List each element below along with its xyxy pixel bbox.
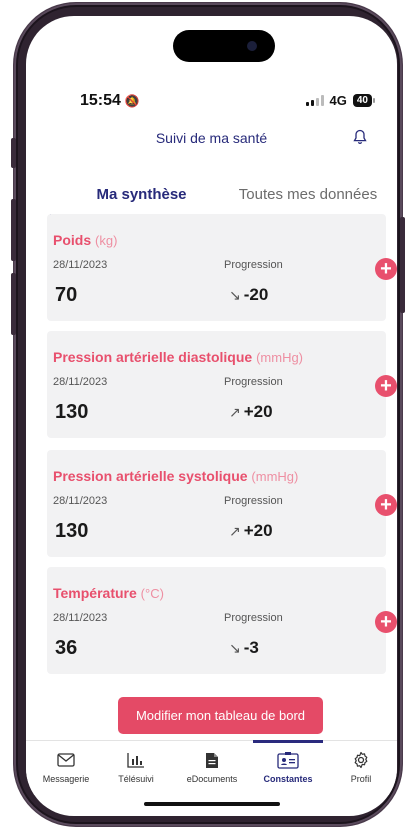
power-button [400, 217, 405, 313]
nav-profil[interactable]: Profil [326, 749, 396, 784]
battery-icon: 40 [352, 94, 376, 107]
active-nav-indicator [253, 740, 323, 743]
status-time: 15:54 🔕 [80, 92, 140, 110]
progression-label: Progression [224, 612, 283, 624]
network-label: 4G [329, 93, 347, 108]
page-title: Suivi de ma santé [155, 130, 268, 146]
nav-label: Messagerie [42, 774, 90, 784]
card-title-text: Température [53, 585, 137, 601]
card-value: 36 [55, 637, 78, 659]
volume-up-button [11, 199, 16, 261]
card-value: 130 [55, 401, 89, 423]
id-card-icon [253, 749, 323, 771]
progression-label: Progression [224, 495, 283, 507]
card-title-text: Poids [53, 232, 92, 248]
card-pression-diastolique: Pression artérielle diastolique (mmHg) 2… [47, 331, 397, 438]
card-trend: ↘ -20 [229, 285, 268, 305]
card-date: 28/11/2023 [53, 376, 108, 388]
progression-label: Progression [224, 259, 283, 271]
signal-icon [305, 95, 324, 106]
card-trend: ↗ +20 [229, 402, 273, 422]
nav-label: eDocuments [186, 774, 238, 784]
card-value: 70 [55, 284, 78, 306]
bottom-nav: Messagerie Télésuivi eDocuments Constant… [26, 740, 397, 795]
mail-icon [31, 749, 101, 771]
trend-up-icon: ↗ [229, 523, 241, 539]
trend-down-icon: ↘ [229, 640, 241, 656]
side-button [11, 138, 16, 168]
add-button[interactable]: + [375, 611, 397, 633]
card-unit: (°C) [140, 586, 164, 601]
add-button[interactable]: + [375, 375, 397, 397]
trend-down-icon: ↘ [229, 287, 241, 303]
gear-icon [326, 749, 396, 771]
notification-bell-icon[interactable] [353, 129, 367, 145]
nav-label: Profil [350, 774, 372, 784]
trend-value: -20 [243, 285, 269, 304]
card-unit: (mmHg) [251, 469, 299, 484]
camera-icon [247, 41, 257, 51]
add-button[interactable]: + [375, 258, 397, 280]
trend-value: +20 [243, 402, 273, 421]
card-title: Pression artérielle systolique (mmHg) [53, 468, 298, 484]
card-date: 28/11/2023 [53, 495, 108, 507]
tab-bar: Ma synthèse Toutes mes données [26, 186, 397, 217]
nav-constantes[interactable]: Constantes [253, 749, 323, 784]
nav-label: Télésuivi [118, 774, 154, 784]
card-pression-systolique: Pression artérielle systolique (mmHg) 28… [47, 450, 397, 557]
trend-up-icon: ↗ [229, 404, 241, 420]
card-title-text: Pression artérielle systolique [53, 468, 248, 484]
nav-label: Constantes [263, 774, 313, 784]
modify-dashboard-button[interactable]: Modifier mon tableau de bord [118, 697, 323, 734]
document-icon [177, 749, 247, 771]
phone-screen: 15:54 🔕 4G 40 Suivi de ma santé Ma synthè… [26, 16, 397, 816]
dynamic-island [173, 30, 275, 62]
nav-telesuivi[interactable]: Télésuivi [101, 749, 171, 784]
trend-value: -3 [243, 638, 259, 657]
silent-mode-icon: 🔕 [124, 94, 140, 108]
card-date: 28/11/2023 [53, 259, 108, 271]
bar-chart-icon [101, 749, 171, 771]
card-title: Poids (kg) [53, 232, 117, 248]
nav-messagerie[interactable]: Messagerie [31, 749, 101, 784]
card-trend: ↘ -3 [229, 638, 259, 658]
progression-label: Progression [224, 376, 283, 388]
card-unit: (mmHg) [256, 350, 304, 365]
card-date: 28/11/2023 [53, 612, 108, 624]
volume-down-button [11, 273, 16, 335]
home-indicator[interactable] [144, 802, 280, 806]
tab-ma-synthese[interactable]: Ma synthèse [50, 186, 233, 214]
status-indicators: 4G 40 [305, 93, 376, 108]
nav-edocuments[interactable]: eDocuments [177, 749, 247, 784]
status-time-text: 15:54 [80, 92, 121, 109]
card-unit: (kg) [95, 233, 118, 248]
trend-value: +20 [243, 521, 273, 540]
card-trend: ↗ +20 [229, 521, 273, 541]
add-button[interactable]: + [375, 494, 397, 516]
card-title: Pression artérielle diastolique (mmHg) [53, 349, 303, 365]
card-title: Température (°C) [53, 585, 164, 601]
tab-toutes-mes-donnees[interactable]: Toutes mes données [233, 186, 383, 214]
card-title-text: Pression artérielle diastolique [53, 349, 253, 365]
card-temperature: Température (°C) 28/11/2023 Progression … [47, 567, 397, 674]
card-value: 130 [55, 520, 89, 542]
card-poids: Poids (kg) 28/11/2023 Progression 70 ↘ -2… [47, 214, 397, 321]
